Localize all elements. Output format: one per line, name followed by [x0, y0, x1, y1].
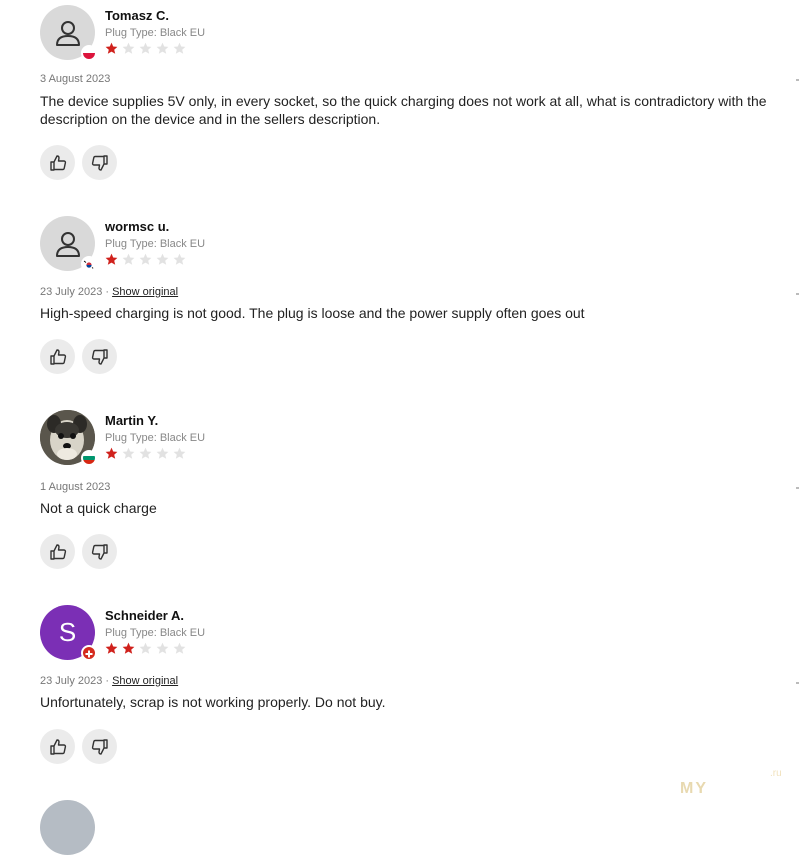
plug-type: Plug Type: Black EU — [105, 432, 206, 444]
review-text: Not a quick charge — [40, 500, 157, 516]
star-empty-icon — [122, 42, 135, 54]
avatar[interactable] — [40, 5, 97, 61]
star-empty-icon — [156, 253, 169, 265]
like-button[interactable] — [40, 339, 75, 374]
reviewer-name[interactable]: Schneider A. — [105, 608, 184, 623]
avatar[interactable] — [40, 410, 97, 466]
thumbs-down-icon — [91, 543, 108, 560]
scroll-tick — [796, 682, 799, 684]
plug-type: Plug Type: Black EU — [105, 27, 206, 39]
star-empty-icon — [173, 253, 186, 265]
star-empty-icon — [139, 447, 152, 459]
thumbs-up-icon — [49, 348, 66, 365]
star-filled-icon — [105, 253, 118, 265]
star-rating — [105, 253, 186, 266]
reviewer-name[interactable]: wormsc u. — [105, 219, 169, 234]
poland-flag-icon — [81, 45, 97, 61]
show-original-link[interactable]: Show original — [112, 286, 178, 298]
review-date: 3 August 2023 — [40, 73, 111, 85]
star-empty-icon — [173, 447, 186, 459]
star-empty-icon — [139, 253, 152, 265]
user-icon — [55, 231, 80, 257]
scroll-tick — [796, 293, 799, 295]
star-filled-icon — [105, 447, 118, 459]
review-date-row: 3 August 2023 — [40, 73, 110, 85]
like-button[interactable] — [40, 534, 75, 569]
star-empty-icon — [122, 253, 135, 265]
avatar[interactable]: S — [40, 605, 97, 661]
thumbs-up-icon — [49, 154, 66, 171]
dislike-button[interactable] — [82, 729, 117, 764]
meta-separator: · — [105, 286, 110, 298]
like-button[interactable] — [40, 729, 75, 764]
review-text: Unfortunately, scrap is not working prop… — [40, 694, 386, 710]
show-original-link[interactable]: Show original — [112, 675, 178, 687]
switzerland-flag-icon — [81, 645, 97, 661]
star-empty-icon — [139, 642, 152, 654]
star-empty-icon — [139, 42, 152, 54]
avatar[interactable] — [40, 800, 95, 855]
star-empty-icon — [156, 642, 169, 654]
review-text: The device supplies 5V only, in every so… — [40, 93, 767, 127]
watermark-logo: MY — [680, 780, 708, 797]
star-filled-icon — [105, 642, 118, 654]
thumbs-down-icon — [91, 738, 108, 755]
reviewer-name[interactable]: Tomasz C. — [105, 8, 169, 23]
star-filled-icon — [122, 642, 135, 654]
avatar[interactable] — [40, 216, 97, 272]
thumbs-up-icon — [49, 738, 66, 755]
scroll-tick — [796, 79, 799, 81]
avatar-initial: S — [58, 617, 77, 647]
watermark-domain: .ru — [770, 768, 782, 779]
bulgaria-flag-icon — [81, 450, 97, 466]
like-button[interactable] — [40, 145, 75, 180]
meta-separator: · — [105, 675, 110, 687]
dislike-button[interactable] — [82, 145, 117, 180]
dislike-button[interactable] — [82, 339, 117, 374]
review-date-row: 23 July 2023 · Show original — [40, 675, 178, 687]
star-empty-icon — [173, 42, 186, 54]
star-empty-icon — [156, 42, 169, 54]
star-filled-icon — [105, 42, 118, 54]
review-date-row: 23 July 2023 · Show original — [40, 286, 178, 298]
star-empty-icon — [122, 447, 135, 459]
plug-type: Plug Type: Black EU — [105, 627, 206, 639]
review-date-row: 1 August 2023 — [40, 481, 110, 493]
dislike-button[interactable] — [82, 534, 117, 569]
user-icon — [55, 20, 80, 46]
review-date: 23 July 2023 — [40, 675, 103, 687]
star-empty-icon — [156, 447, 169, 459]
star-rating — [105, 447, 186, 460]
review-text: High-speed charging is not good. The plu… — [40, 305, 585, 321]
scroll-tick — [796, 487, 799, 489]
plug-type: Plug Type: Black EU — [105, 238, 206, 250]
reviewer-name[interactable]: Martin Y. — [105, 413, 158, 428]
review-date: 23 July 2023 — [40, 286, 103, 298]
thumbs-down-icon — [91, 348, 108, 365]
thumbs-down-icon — [91, 154, 108, 171]
review-date: 1 August 2023 — [40, 481, 111, 493]
star-rating — [105, 42, 186, 55]
star-rating — [105, 642, 186, 655]
star-empty-icon — [173, 642, 186, 654]
thumbs-up-icon — [49, 543, 66, 560]
south-korea-flag-icon — [81, 256, 97, 272]
